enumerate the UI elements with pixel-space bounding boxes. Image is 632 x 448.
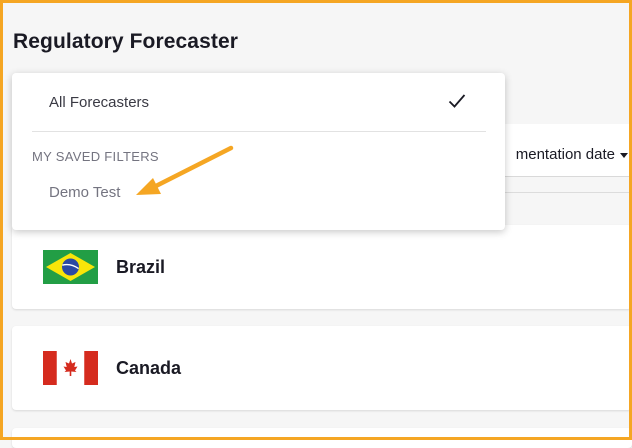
- page-title: Regulatory Forecaster: [13, 30, 239, 53]
- checkmark-icon: [448, 93, 466, 109]
- country-name: Canada: [116, 358, 182, 378]
- caret-down-icon: [620, 153, 628, 158]
- menu-item-all-forecasters[interactable]: All Forecasters: [49, 94, 149, 111]
- country-card-canada[interactable]: Canada: [12, 326, 632, 410]
- forecaster-filter-menu: All Forecasters MY SAVED FILTERS Demo Te…: [12, 73, 505, 230]
- annotation-arrow-icon: [136, 145, 234, 195]
- country-card-brazil[interactable]: Brazil: [12, 225, 632, 309]
- menu-item-saved-filter[interactable]: Demo Test: [49, 184, 120, 201]
- canada-flag-icon: [43, 351, 98, 385]
- brazil-flag-icon: [43, 250, 98, 284]
- menu-divider: [32, 131, 486, 132]
- country-name: Brazil: [116, 257, 166, 277]
- country-card[interactable]: [12, 428, 632, 448]
- sort-label: mentation date: [515, 146, 615, 163]
